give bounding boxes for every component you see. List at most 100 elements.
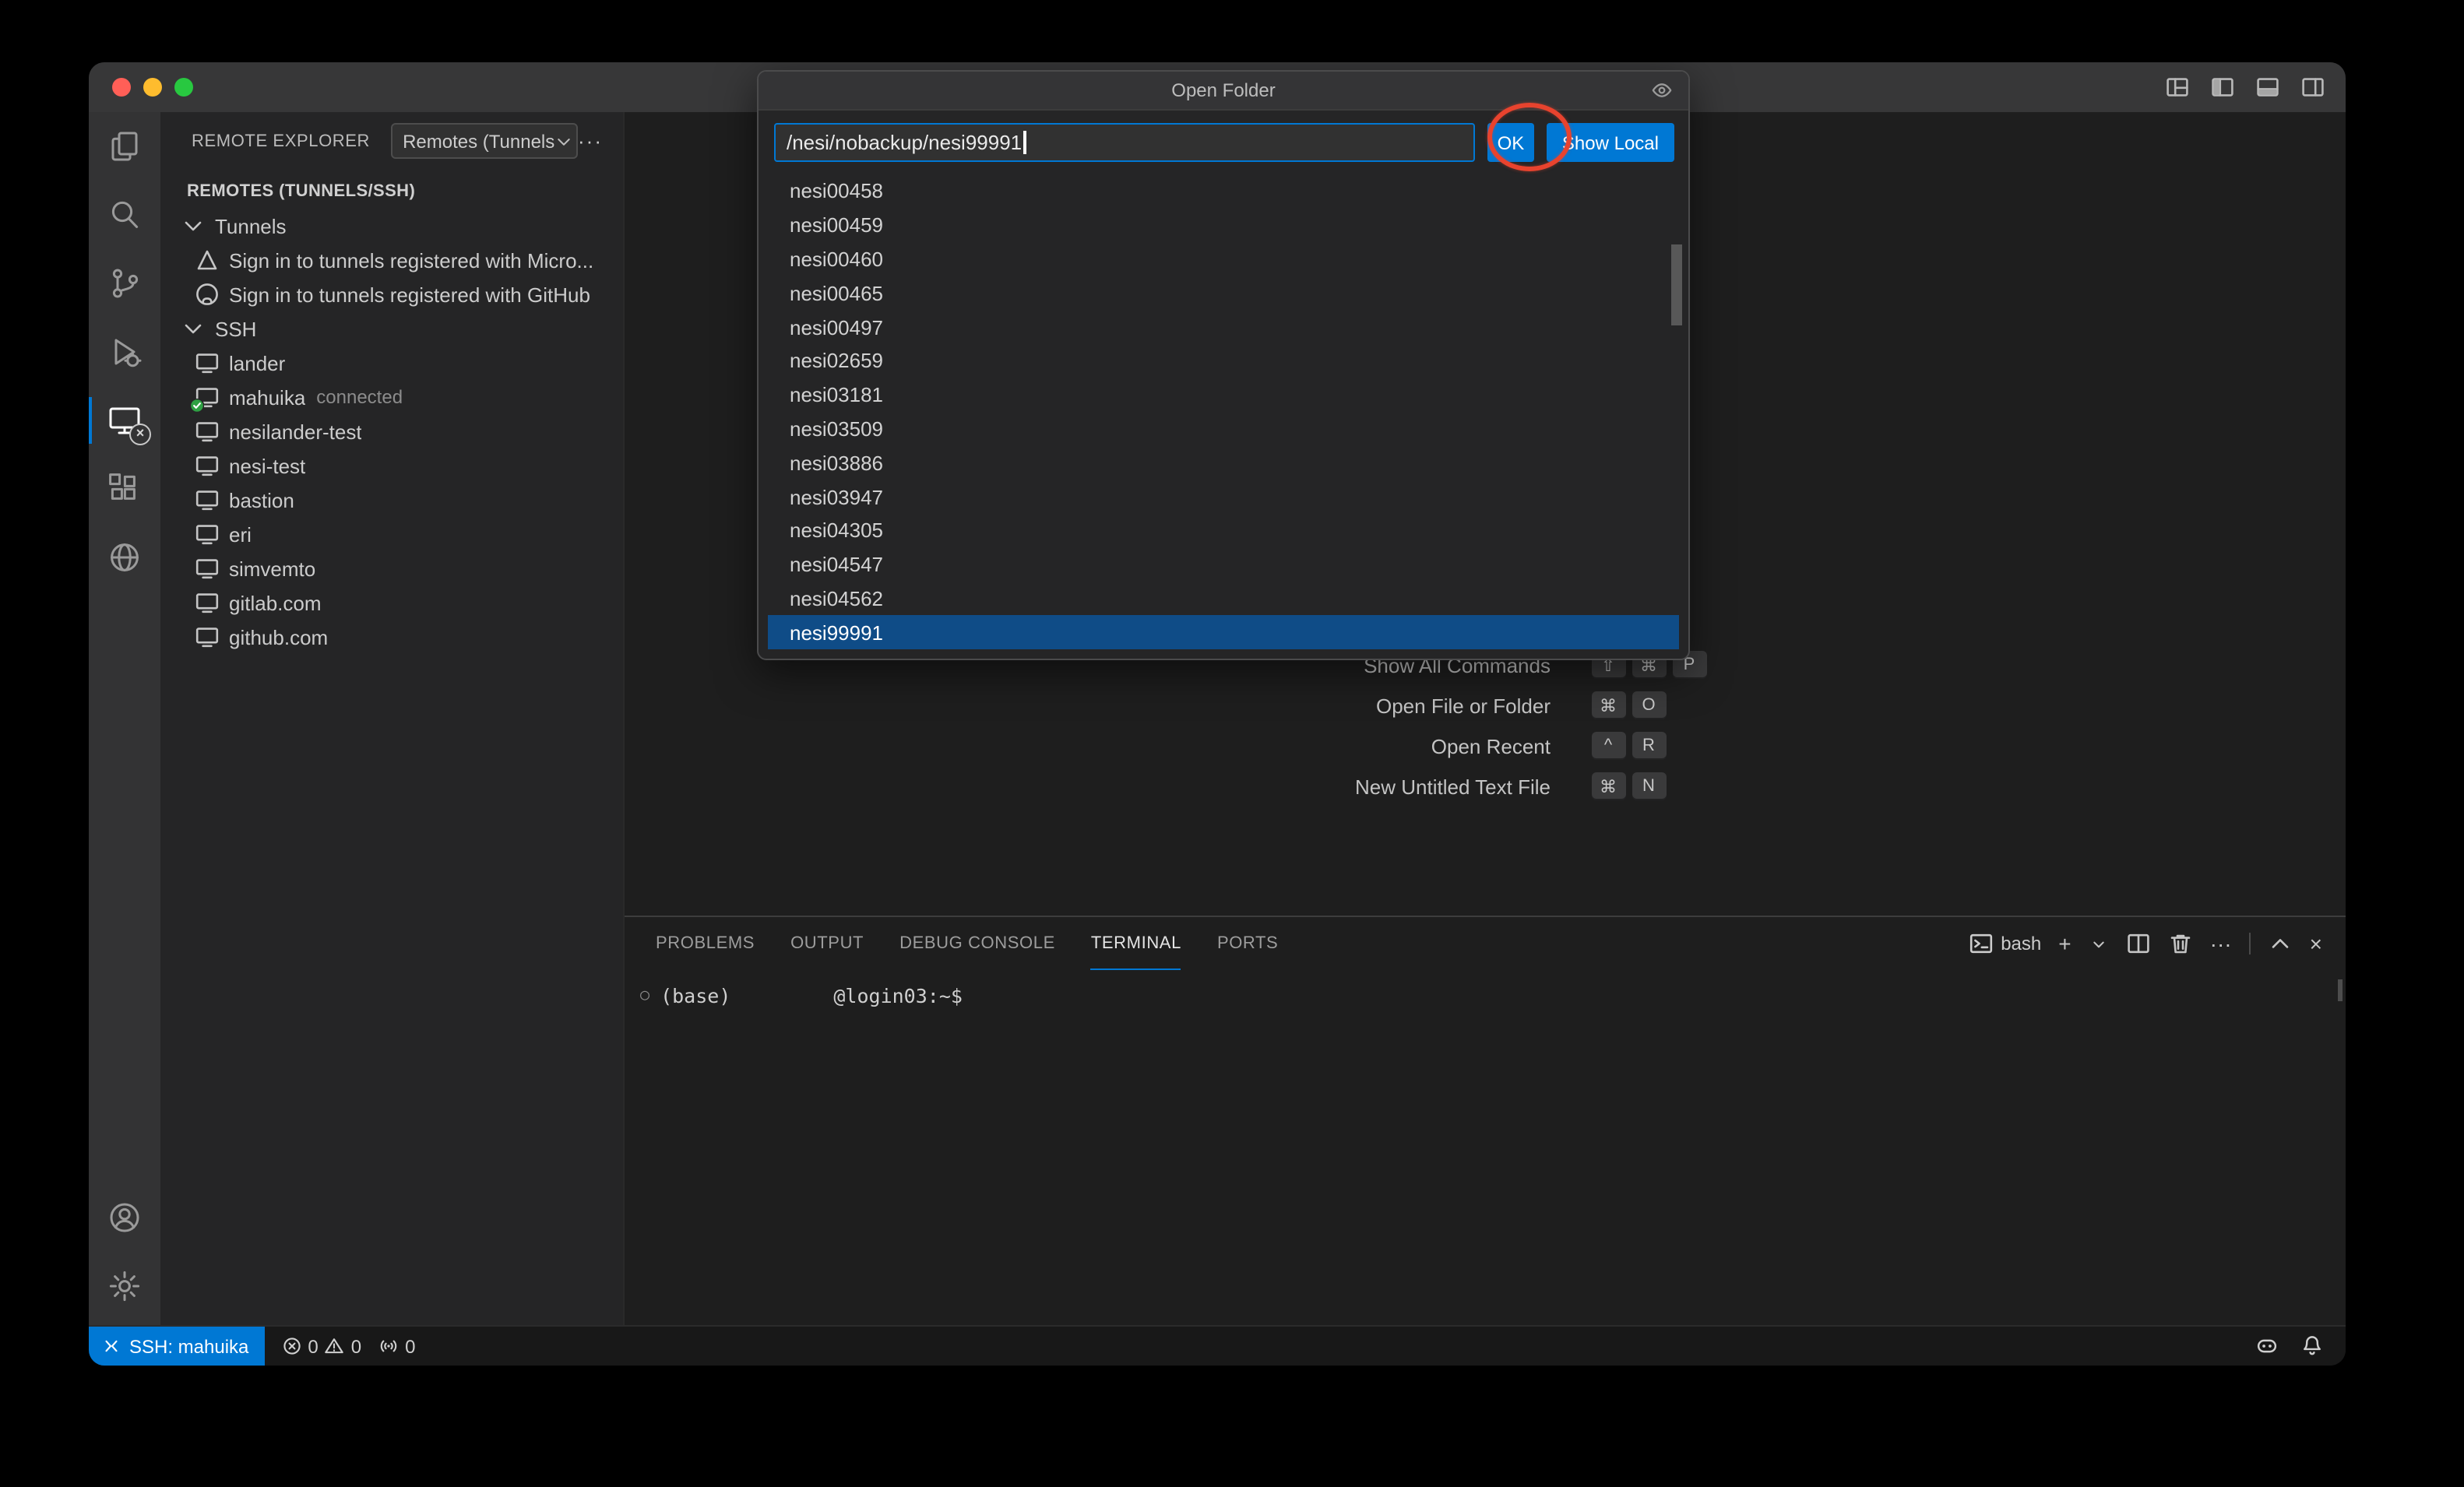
panel-more-actions-button[interactable]: ··· — [2210, 933, 2232, 954]
activity-item-remote-explorer[interactable]: × — [89, 386, 160, 455]
panel-tab-terminal[interactable]: TERMINAL — [1091, 917, 1181, 970]
ports-indicator[interactable]: 0 — [378, 1335, 415, 1357]
folder-item-nesi03886[interactable]: nesi03886 — [768, 446, 1679, 480]
problems-indicator[interactable]: 0 0 — [281, 1335, 361, 1357]
key-R: R — [1632, 732, 1666, 760]
tree-item-label: Tunnels — [215, 214, 287, 237]
toggle-secondary-sidebar-icon[interactable] — [2300, 75, 2325, 100]
remote-explorer-badge: × — [129, 424, 151, 445]
panel-tab-debug-console[interactable]: DEBUG CONSOLE — [899, 917, 1055, 970]
notifications-bell-icon[interactable] — [2300, 1334, 2324, 1358]
toggle-primary-sidebar-icon[interactable] — [2210, 75, 2235, 100]
folder-item-nesi04547[interactable]: nesi04547 — [768, 548, 1679, 582]
terminal-shell-button[interactable]: bash — [1968, 931, 2041, 956]
key-^: ^ — [1591, 732, 1625, 760]
folder-item-nesi00458[interactable]: nesi00458 — [768, 174, 1679, 209]
folder-item-nesi02659[interactable]: nesi02659 — [768, 344, 1679, 378]
tree-item-gitlab-com[interactable]: gitlab.com — [160, 585, 623, 620]
tree-item-label: Sign in to tunnels registered with Micro… — [229, 248, 593, 272]
remote-indicator[interactable]: SSH: mahuika — [89, 1327, 264, 1366]
activity-item-run-and-debug[interactable] — [89, 318, 160, 386]
folder-item-nesi04305[interactable]: nesi04305 — [768, 514, 1679, 548]
tree-item-lander[interactable]: lander — [160, 346, 623, 380]
toggle-panel-icon[interactable] — [2255, 75, 2280, 100]
maximize-panel-icon[interactable] — [2268, 931, 2293, 956]
tree-item-simvemto[interactable]: simvemto — [160, 551, 623, 585]
open-folder-dialog: Open Folder /nesi/nobackup/nesi99991 OK … — [757, 70, 1690, 660]
text-cursor — [1023, 131, 1026, 154]
tree-item-label: gitlab.com — [229, 591, 322, 614]
activity-item-extensions[interactable] — [89, 455, 160, 523]
activity-item-remote-tunnels[interactable] — [89, 523, 160, 592]
folder-item-nesi00497[interactable]: nesi00497 — [768, 310, 1679, 344]
tree-item-nesi-test[interactable]: nesi-test — [160, 448, 623, 483]
folder-list-container: nesi00458nesi00459nesi00460nesi00465nesi… — [759, 173, 1688, 659]
tree-item-sign-in-to-tunnels-registered-with-github[interactable]: Sign in to tunnels registered with GitHu… — [160, 277, 623, 311]
remote-scope-select[interactable]: Remotes (Tunnels — [390, 123, 578, 159]
watermark: Show All Commands⇧⌘POpen File or Folder⌘… — [625, 645, 2346, 807]
terminal[interactable]: ○ (base) @login03:~$ — [625, 970, 2346, 1327]
panel-tab-ports[interactable]: PORTS — [1217, 917, 1278, 970]
close-panel-button[interactable]: × — [2310, 933, 2322, 954]
shell-prompt: @login03:~$ — [833, 983, 963, 1007]
tree-item-eri[interactable]: eri — [160, 517, 623, 551]
ok-button[interactable]: OK — [1487, 123, 1534, 162]
shell-label: bash — [2001, 933, 2041, 954]
status-bar: SSH: mahuika 0 0 0 — [89, 1325, 2346, 1366]
panel-tab-problems[interactable]: PROBLEMS — [656, 917, 755, 970]
terminal-scrollbar[interactable] — [2338, 979, 2343, 1001]
split-terminal-icon[interactable] — [2126, 931, 2151, 956]
watermark-command-label: Open File or Folder — [1130, 694, 1551, 717]
tree-item-github-com[interactable]: github.com — [160, 620, 623, 654]
tree-item-label: nesi-test — [229, 454, 305, 477]
folder-item-nesi03947[interactable]: nesi03947 — [768, 480, 1679, 514]
activity-item-source-control[interactable] — [89, 249, 160, 318]
remote-icon — [101, 1336, 121, 1356]
activity-item-accounts[interactable] — [89, 1183, 160, 1252]
terminal-dropdown-icon[interactable] — [2089, 933, 2109, 954]
key-N: N — [1632, 772, 1666, 800]
folder-item-nesi03181[interactable]: nesi03181 — [768, 378, 1679, 413]
sidebar-title: REMOTE EXPLORER — [192, 132, 370, 150]
activity-item-explorer[interactable] — [89, 112, 160, 181]
activity-item-settings[interactable] — [89, 1252, 160, 1320]
chevron-down-icon — [181, 213, 206, 238]
folder-item-nesi00465[interactable]: nesi00465 — [768, 276, 1679, 311]
folder-item-nesi99991[interactable]: nesi99991 — [768, 616, 1679, 650]
kill-terminal-icon[interactable] — [2168, 931, 2193, 956]
panel-tab-output[interactable]: OUTPUT — [790, 917, 864, 970]
customize-layout-icon[interactable] — [2165, 75, 2190, 100]
folder-item-nesi00459[interactable]: nesi00459 — [768, 209, 1679, 243]
remote-label: SSH: mahuika — [129, 1335, 248, 1357]
tree-item-tunnels[interactable]: Tunnels — [160, 209, 623, 243]
dialog-header[interactable]: Open Folder — [759, 72, 1688, 111]
command-decoration-icon: ○ — [640, 986, 649, 1004]
key-⌘: ⌘ — [1591, 772, 1625, 800]
key-O: O — [1632, 691, 1666, 719]
close-window-button[interactable] — [112, 78, 131, 97]
eye-icon[interactable] — [1651, 79, 1673, 101]
folder-item-nesi00460[interactable]: nesi00460 — [768, 242, 1679, 276]
warning-count: 0 — [351, 1335, 361, 1357]
list-scrollbar[interactable] — [1671, 244, 1682, 325]
tree-item-nesilander-test[interactable]: nesilander-test — [160, 414, 623, 448]
remotes-section-header[interactable]: REMOTES (TUNNELS/SSH) — [160, 170, 623, 209]
copilot-icon[interactable] — [2255, 1334, 2279, 1358]
vm-icon — [195, 624, 220, 649]
new-terminal-button[interactable]: + — [2058, 933, 2071, 954]
tree-item-ssh[interactable]: SSH — [160, 311, 623, 346]
folder-list: nesi00458nesi00459nesi00460nesi00465nesi… — [759, 174, 1688, 649]
tree-item-sign-in-to-tunnels-registered-with-micro[interactable]: Sign in to tunnels registered with Micro… — [160, 243, 623, 277]
watermark-row: New Untitled Text File⌘N — [1130, 766, 1840, 807]
minimize-window-button[interactable] — [143, 78, 162, 97]
tree-item-bastion[interactable]: bastion — [160, 483, 623, 517]
zoom-window-button[interactable] — [174, 78, 193, 97]
folder-path-input[interactable]: /nesi/nobackup/nesi99991 — [774, 123, 1475, 162]
activity-item-search[interactable] — [89, 181, 160, 249]
tree-item-mahuika[interactable]: mahuikaconnected — [160, 380, 623, 414]
show-local-button[interactable]: Show Local — [1547, 123, 1674, 162]
panel-tabbar: PROBLEMS OUTPUT DEBUG CONSOLE TERMINAL PORTS… — [625, 917, 2346, 970]
more-actions-button[interactable]: ··· — [578, 129, 603, 153]
folder-item-nesi04562[interactable]: nesi04562 — [768, 582, 1679, 616]
folder-item-nesi03509[interactable]: nesi03509 — [768, 412, 1679, 446]
